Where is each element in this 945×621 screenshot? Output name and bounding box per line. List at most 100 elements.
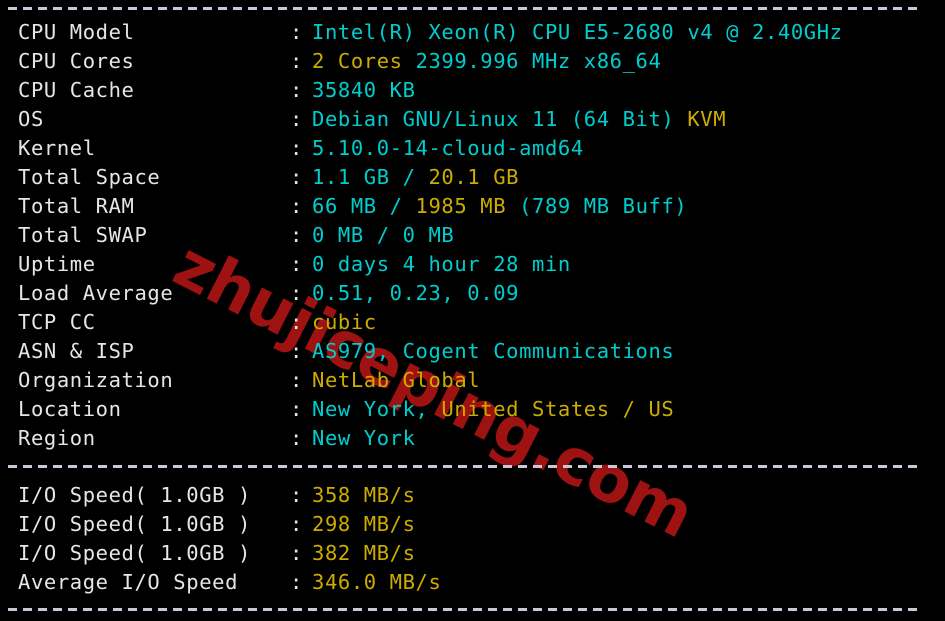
colon-separator: : bbox=[290, 541, 303, 565]
separator-top bbox=[8, 7, 917, 10]
system-info-label: ASN & ISP bbox=[18, 339, 135, 363]
system-info-row: OS: Debian GNU/Linux 11 (64 Bit) KVM bbox=[0, 105, 945, 134]
io-speed-value-segment: 358 MB/s bbox=[312, 483, 416, 507]
system-info-value-segment: New York bbox=[312, 426, 416, 450]
system-info-label: Load Average bbox=[18, 281, 174, 305]
io-speed-label: Average I/O Speed bbox=[18, 570, 239, 594]
system-info-label: Total RAM bbox=[18, 194, 135, 218]
io-speed-value-segment: 382 MB/s bbox=[312, 541, 416, 565]
system-info-label: Uptime bbox=[18, 252, 96, 276]
system-info-value: 0.51, 0.23, 0.09 bbox=[312, 279, 519, 308]
system-info-value-segment: KVM bbox=[687, 107, 727, 131]
system-info-value-segment: NetLab Global bbox=[312, 368, 481, 392]
system-info-value-segment: 0 MB / 0 MB bbox=[312, 223, 455, 247]
io-speed-label: I/O Speed( 1.0GB ) bbox=[18, 541, 251, 565]
system-info-value: Intel(R) Xeon(R) CPU E5-2680 v4 @ 2.40GH… bbox=[312, 18, 843, 47]
colon-separator: : bbox=[290, 310, 303, 334]
system-info-value-segment: 20.1 GB bbox=[428, 165, 520, 189]
system-info-row: Uptime:0 days 4 hour 28 min bbox=[0, 250, 945, 279]
system-info-value: 5.10.0-14-cloud-amd64 bbox=[312, 134, 584, 163]
system-info-label: TCP CC bbox=[18, 310, 96, 334]
io-speed-row: I/O Speed( 1.0GB ):298 MB/s bbox=[0, 510, 945, 539]
system-info-value-segment: 5.10.0-14-cloud-amd64 bbox=[312, 136, 584, 160]
colon-separator: : bbox=[290, 20, 303, 44]
io-speed-row: I/O Speed( 1.0GB ):382 MB/s bbox=[0, 539, 945, 568]
system-info-value: 2 Cores 2399.996 MHz x86_64 bbox=[312, 47, 661, 76]
colon-separator: : bbox=[290, 78, 303, 102]
system-info-row: Total SWAP:0 MB / 0 MB bbox=[0, 221, 945, 250]
system-info-row: Total RAM:66 MB / 1985 MB (789 MB Buff) bbox=[0, 192, 945, 221]
system-info-value-segment: New York, bbox=[312, 397, 442, 421]
system-info-value-segment: 35840 KB bbox=[312, 78, 416, 102]
system-info-value-segment: 1.1 GB / bbox=[312, 165, 429, 189]
system-info-value-segment: United States / US bbox=[441, 397, 675, 421]
system-info-label: CPU Cores bbox=[18, 49, 135, 73]
system-info-row: Region: New York bbox=[0, 424, 945, 453]
system-info-value-segment: Intel(R) Xeon(R) CPU E5-2680 v4 @ 2.40GH… bbox=[312, 20, 843, 44]
colon-separator: : bbox=[290, 483, 303, 507]
system-info-row: Organization: NetLab Global bbox=[0, 366, 945, 395]
system-info-row: CPU Cache:35840 KB bbox=[0, 76, 945, 105]
system-info-row: Location: New York, United States / US bbox=[0, 395, 945, 424]
system-info-label: Kernel bbox=[18, 136, 96, 160]
system-info-value-segment: AS979, Cogent Communications bbox=[312, 339, 675, 363]
terminal-window: zhujiceping.com CPU Model: Intel(R) Xeon(… bbox=[0, 0, 945, 621]
system-info-row: ASN & ISP: AS979, Cogent Communications bbox=[0, 337, 945, 366]
colon-separator: : bbox=[290, 426, 303, 450]
io-speed-value: 298 MB/s bbox=[312, 510, 416, 539]
separator-bottom bbox=[8, 608, 917, 611]
io-speed-value: 382 MB/s bbox=[312, 539, 416, 568]
colon-separator: : bbox=[290, 281, 303, 305]
system-info-value-segment: Debian GNU/Linux 11 (64 Bit) bbox=[312, 107, 688, 131]
system-info-label: OS bbox=[18, 107, 44, 131]
colon-separator: : bbox=[290, 165, 303, 189]
separator-middle bbox=[8, 465, 917, 468]
system-info-label: Region bbox=[18, 426, 96, 450]
colon-separator: : bbox=[290, 136, 303, 160]
system-info-value-segment: 1985 MB bbox=[415, 194, 520, 218]
system-info-value: New York bbox=[312, 424, 416, 453]
io-speed-row: Average I/O Speed:346.0 MB/s bbox=[0, 568, 945, 597]
system-info-value: 0 MB / 0 MB bbox=[312, 221, 454, 250]
colon-separator: : bbox=[290, 512, 303, 536]
system-info-label: Total SWAP bbox=[18, 223, 148, 247]
colon-separator: : bbox=[290, 194, 303, 218]
system-info-block: CPU Model: Intel(R) Xeon(R) CPU E5-2680 v… bbox=[0, 18, 945, 453]
system-info-value-segment: 0.51, 0.23, 0.09 bbox=[312, 281, 520, 305]
io-benchmark-block: I/O Speed( 1.0GB ):358 MB/s I/O Speed( 1.… bbox=[0, 481, 945, 597]
system-info-value: Debian GNU/Linux 11 (64 Bit) KVM bbox=[312, 105, 726, 134]
system-info-row: Kernel:5.10.0-14-cloud-amd64 bbox=[0, 134, 945, 163]
system-info-value: 66 MB / 1985 MB (789 MB Buff) bbox=[312, 192, 687, 221]
system-info-value-segment: 0 days 4 hour 28 min bbox=[312, 252, 571, 276]
colon-separator: : bbox=[290, 49, 303, 73]
colon-separator: : bbox=[290, 339, 303, 363]
system-info-row: CPU Model: Intel(R) Xeon(R) CPU E5-2680 v… bbox=[0, 18, 945, 47]
io-speed-value-segment: 298 MB/s bbox=[312, 512, 416, 536]
io-speed-value: 346.0 MB/s bbox=[312, 568, 441, 597]
system-info-value: 1.1 GB / 20.1 GB bbox=[312, 163, 519, 192]
io-speed-value: 358 MB/s bbox=[312, 481, 416, 510]
system-info-value: New York, United States / US bbox=[312, 395, 674, 424]
system-info-row: Load Average:0.51, 0.23, 0.09 bbox=[0, 279, 945, 308]
system-info-value: 0 days 4 hour 28 min bbox=[312, 250, 571, 279]
system-info-value: cubic bbox=[312, 308, 377, 337]
io-speed-row: I/O Speed( 1.0GB ):358 MB/s bbox=[0, 481, 945, 510]
system-info-value: NetLab Global bbox=[312, 366, 480, 395]
colon-separator: : bbox=[290, 107, 303, 131]
colon-separator: : bbox=[290, 368, 303, 392]
system-info-label: Location bbox=[18, 397, 122, 421]
io-speed-value-segment: 346.0 MB/s bbox=[312, 570, 442, 594]
system-info-label: CPU Cache bbox=[18, 78, 135, 102]
system-info-label: Total Space bbox=[18, 165, 161, 189]
system-info-value-segment: (789 MB Buff) bbox=[519, 194, 688, 218]
colon-separator: : bbox=[290, 397, 303, 421]
system-info-value-segment: 2399.996 MHz x86_64 bbox=[415, 49, 662, 73]
io-speed-label: I/O Speed( 1.0GB ) bbox=[18, 483, 251, 507]
system-info-label: CPU Model bbox=[18, 20, 135, 44]
system-info-label: Organization bbox=[18, 368, 174, 392]
system-info-row: TCP CC: cubic bbox=[0, 308, 945, 337]
system-info-row: Total Space:1.1 GB / 20.1 GB bbox=[0, 163, 945, 192]
system-info-value-segment: 66 MB / bbox=[312, 194, 416, 218]
colon-separator: : bbox=[290, 570, 303, 594]
colon-separator: : bbox=[290, 223, 303, 247]
